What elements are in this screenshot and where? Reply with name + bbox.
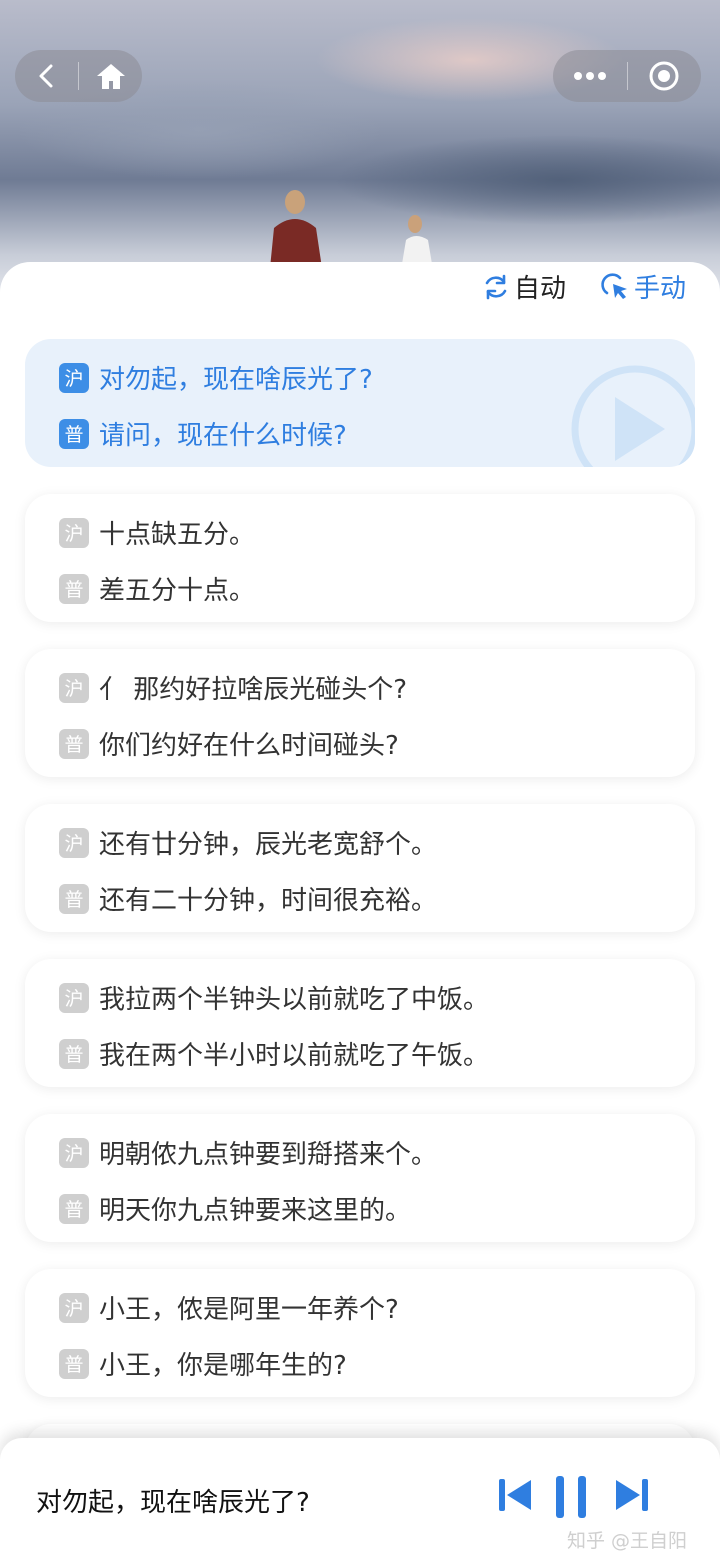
more-icon: [573, 72, 606, 80]
dialect-tag: 沪: [59, 672, 89, 703]
dialect-text: 还有廿分钟，辰光老宽舒个。: [99, 830, 438, 860]
header-image: [0, 0, 720, 300]
dialect-tag: 沪: [59, 1292, 89, 1323]
now-playing-text: 对勿起，现在啥辰光了?: [36, 1488, 310, 1518]
previous-icon[interactable]: [497, 1476, 535, 1514]
cursor-click-icon: [601, 272, 627, 299]
mandarin-tag: 普: [59, 1348, 89, 1379]
auto-mode-button[interactable]: 自动: [482, 268, 566, 305]
mandarin-line: 普 还有二十分钟，时间很充裕。: [59, 880, 437, 917]
mode-switcher: 自动 手动: [482, 268, 686, 305]
person-silhouette-icon: [270, 190, 322, 268]
capsule-close-icon: [649, 61, 679, 91]
refresh-icon: [485, 274, 507, 299]
play-icon: [571, 365, 695, 467]
dialect-text: 十点缺五分。: [99, 520, 256, 550]
phrase-card[interactable]: 沪 我拉两个半钟头以前就吃了中饭。 普 我在两个半小时以前就吃了午饭。: [25, 959, 695, 1087]
mandarin-text: 你们约好在什么时间碰头?: [99, 731, 399, 761]
dialect-line: 沪 还有廿分钟，辰光老宽舒个。: [59, 824, 437, 861]
phrase-card-active[interactable]: 沪 对勿起，现在啥辰光了? 普 请问，现在什么时候?: [25, 339, 695, 467]
phrase-card[interactable]: 沪 亻 那约好拉啥辰光碰头个? 普 你们约好在什么时间碰头?: [25, 649, 695, 777]
next-icon[interactable]: [612, 1476, 650, 1514]
dialect-text: 亻 那约好拉啥辰光碰头个?: [99, 675, 408, 705]
dialect-tag: 沪: [59, 827, 89, 858]
dialect-text: 小王，侬是阿里一年养个?: [99, 1295, 399, 1325]
dialect-line: 沪 十点缺五分。: [59, 514, 255, 551]
mandarin-tag: 普: [59, 1038, 89, 1069]
phrase-card[interactable]: 沪 小王，侬是阿里一年养个? 普 小王，你是哪年生的?: [25, 1269, 695, 1397]
dialect-tag: 沪: [59, 982, 89, 1013]
close-button[interactable]: [628, 50, 702, 102]
mandarin-line: 普 你们约好在什么时间碰头?: [59, 725, 399, 762]
more-button[interactable]: [553, 50, 627, 102]
back-button[interactable]: [15, 50, 78, 102]
dialect-text: 明朝侬九点钟要到搿搭来个。: [99, 1140, 438, 1170]
watermark: 知乎 @王自阳: [567, 1530, 688, 1552]
nav-capsule-left: [15, 50, 142, 102]
home-icon: [96, 64, 125, 89]
phrase-card[interactable]: 沪 还有廿分钟，辰光老宽舒个。 普 还有二十分钟，时间很充裕。: [25, 804, 695, 932]
mandarin-tag: 普: [59, 728, 89, 759]
dialect-text: 对勿起，现在啥辰光了?: [99, 365, 373, 395]
manual-mode-button[interactable]: 手动: [600, 268, 686, 305]
mandarin-tag: 普: [59, 573, 89, 604]
dialect-line: 沪 我拉两个半钟头以前就吃了中饭。: [59, 979, 489, 1016]
phrase-card[interactable]: 沪 明朝侬九点钟要到搿搭来个。 普 明天你九点钟要来这里的。: [25, 1114, 695, 1242]
mandarin-line: 普 差五分十点。: [59, 570, 255, 607]
dialect-line: 沪 明朝侬九点钟要到搿搭来个。: [59, 1134, 437, 1171]
pause-icon[interactable]: [553, 1476, 589, 1518]
mandarin-tag: 普: [59, 1193, 89, 1224]
phrase-card[interactable]: 沪 十点缺五分。 普 差五分十点。: [25, 494, 695, 622]
dialect-line: 沪 对勿起，现在啥辰光了?: [59, 359, 373, 396]
mandarin-text: 差五分十点。: [99, 576, 256, 606]
mandarin-line: 普 请问，现在什么时候?: [59, 415, 347, 452]
mandarin-text: 明天你九点钟要来这里的。: [99, 1196, 412, 1226]
dialect-tag: 沪: [59, 1137, 89, 1168]
mandarin-text: 我在两个半小时以前就吃了午饭。: [99, 1041, 490, 1071]
mandarin-line: 普 我在两个半小时以前就吃了午饭。: [59, 1035, 489, 1072]
mandarin-line: 普 明天你九点钟要来这里的。: [59, 1190, 411, 1227]
mandarin-text: 请问，现在什么时候?: [99, 421, 347, 451]
back-icon: [39, 64, 52, 88]
person-silhouette-icon: [402, 215, 432, 264]
dialect-tag: 沪: [59, 517, 89, 548]
nav-capsule-right: [553, 50, 701, 102]
player-bar: 对勿起，现在啥辰光了? 知乎 @王自阳: [0, 1438, 720, 1558]
mandarin-text: 还有二十分钟，时间很充裕。: [99, 886, 438, 916]
mandarin-text: 小王，你是哪年生的?: [99, 1351, 347, 1381]
dialect-line: 沪 小王，侬是阿里一年养个?: [59, 1289, 399, 1326]
mandarin-tag: 普: [59, 883, 89, 914]
dialect-line: 沪 亻 那约好拉啥辰光碰头个?: [59, 669, 407, 706]
manual-mode-label: 手动: [633, 274, 686, 304]
home-button[interactable]: [79, 50, 142, 102]
auto-mode-label: 自动: [513, 274, 566, 304]
mandarin-line: 普 小王，你是哪年生的?: [59, 1345, 347, 1382]
dialect-tag: 沪: [59, 362, 89, 393]
mandarin-tag: 普: [59, 418, 89, 449]
dialect-text: 我拉两个半钟头以前就吃了中饭。: [99, 985, 490, 1015]
